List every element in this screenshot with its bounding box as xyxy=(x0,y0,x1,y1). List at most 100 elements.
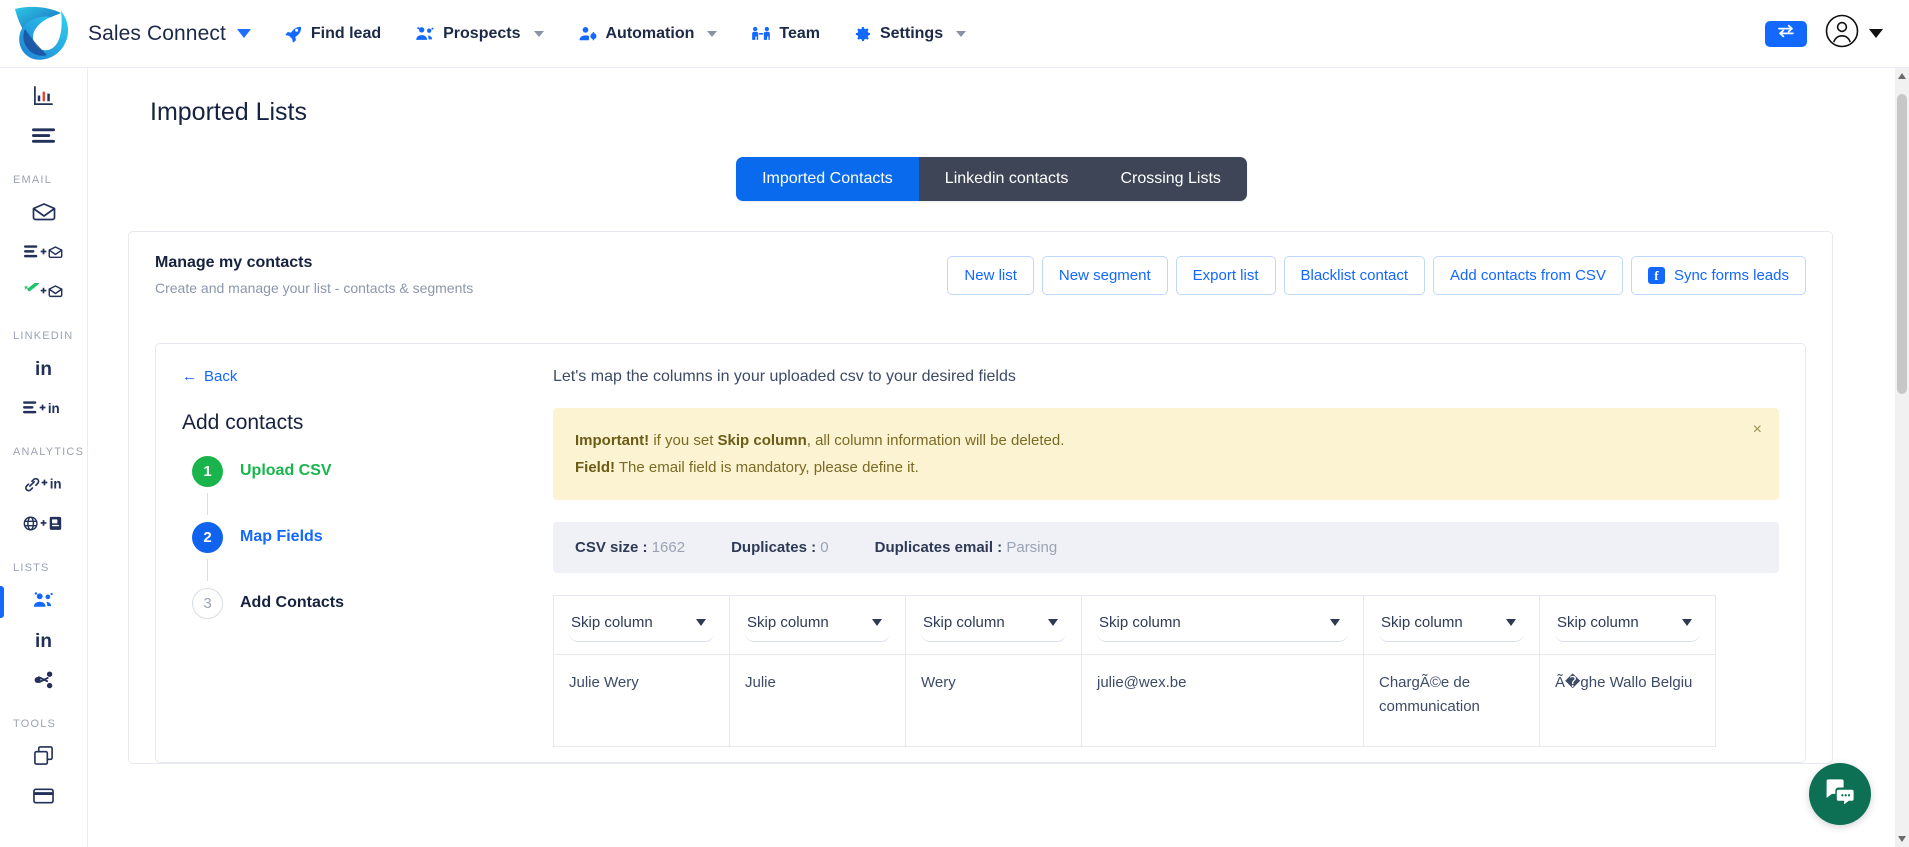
alert-close-icon[interactable]: × xyxy=(1753,422,1762,438)
analytics-bar-chart-icon xyxy=(33,85,54,111)
sidebar-item-email-template[interactable] xyxy=(0,274,87,314)
chevron-down-icon xyxy=(236,29,251,38)
linkedin-in-icon: in xyxy=(35,359,52,380)
step-label: Upload CSV xyxy=(240,462,332,479)
step-connector xyxy=(207,493,208,515)
team-icon xyxy=(751,25,771,43)
step-connector xyxy=(207,559,208,581)
scroll-up-arrow-icon[interactable] xyxy=(1898,73,1906,79)
sidebar-item-tools-card[interactable] xyxy=(0,778,87,818)
tab-linkedin-contacts[interactable]: Linkedin contacts xyxy=(918,157,1095,201)
add-contacts-from-csv-button[interactable]: Add contacts from CSV xyxy=(1433,255,1623,295)
wizard-steps: 1 Upload CSV 2 Map Fields 3 Add Contacts xyxy=(192,449,505,625)
tab-imported-contacts[interactable]: Imported Contacts xyxy=(736,157,919,201)
table-cell: Ã�ghe Wallo Belgiu xyxy=(1539,654,1716,747)
chat-support-button[interactable] xyxy=(1809,763,1871,825)
swap-icon xyxy=(1776,24,1796,43)
table-cell: julie@wex.be xyxy=(1081,654,1364,747)
scroll-down-arrow-icon[interactable] xyxy=(1898,836,1906,842)
duplicates-label: Duplicates : xyxy=(731,539,817,556)
mapping-header-cell: Skip column xyxy=(1363,595,1540,655)
step-number: 3 xyxy=(192,587,223,619)
mapping-intro-text: Let's map the columns in your uploaded c… xyxy=(553,368,1016,385)
sidebar-item-linkedin-sequence[interactable]: in xyxy=(0,390,87,430)
brand-switcher[interactable]: Sales Connect xyxy=(88,22,251,46)
sidebar-item-linkedin[interactable]: in xyxy=(0,350,87,390)
mapping-table: Skip column Skip column Skip column Skip… xyxy=(553,595,1716,747)
sidebar-item-contact-lists[interactable] xyxy=(0,582,87,622)
scrollbar-thumb[interactable] xyxy=(1897,94,1907,394)
page-scrollbar[interactable] xyxy=(1895,68,1909,847)
step-label: Map Fields xyxy=(240,528,323,545)
nav-label: Team xyxy=(779,24,820,42)
nav-label: Prospects xyxy=(443,24,521,42)
gear-icon xyxy=(854,25,872,43)
user-avatar-icon xyxy=(1825,14,1859,53)
column-mapping-select-0[interactable]: Skip column xyxy=(569,610,714,642)
sidebar-item-web-analytics[interactable] xyxy=(0,506,87,546)
globe-plus-card-icon xyxy=(23,515,65,537)
button-label: New segment xyxy=(1058,266,1151,284)
button-label: New list xyxy=(964,266,1017,284)
sidebar-item-dashboard[interactable] xyxy=(0,78,87,118)
account-menu[interactable] xyxy=(1825,14,1883,53)
sidebar-group-label-lists: LISTS xyxy=(13,562,50,574)
wizard-step-add-contacts[interactable]: 3 Add Contacts xyxy=(192,581,505,625)
alert-skip-column-label: Skip column xyxy=(717,432,807,449)
sidebar-item-link-analytics[interactable]: in xyxy=(0,466,87,506)
alert-text: , all column information will be deleted… xyxy=(806,432,1065,449)
sidebar-item-campaigns[interactable] xyxy=(0,118,87,158)
sidebar-item-email-sequence[interactable] xyxy=(0,234,87,274)
column-mapping-select-2-wrap: Skip column xyxy=(921,610,1066,642)
list-lines-icon xyxy=(32,127,55,149)
export-list-button[interactable]: Export list xyxy=(1175,255,1276,295)
nav-item-prospects[interactable]: Prospects xyxy=(415,24,544,43)
sidebar-group-label-analytics: ANALYTICS xyxy=(13,446,85,458)
alert-text: if you set xyxy=(649,432,718,449)
main-nav: Find lead Prospects Automation Team Sett… xyxy=(285,24,967,43)
nav-item-find-lead[interactable]: Find lead xyxy=(285,25,381,43)
sidebar-item-tools-duplicate[interactable] xyxy=(0,738,87,778)
sidebar-item-linkedin-lists[interactable]: in xyxy=(0,622,87,662)
app-logo[interactable] xyxy=(0,0,88,68)
column-mapping-select-3-wrap: Skip column xyxy=(1097,610,1348,642)
sidebar-item-shared-lists[interactable] xyxy=(0,662,87,702)
column-mapping-select-1[interactable]: Skip column xyxy=(745,610,890,642)
nav-item-team[interactable]: Team xyxy=(751,25,820,43)
wizard-step-upload-csv[interactable]: 1 Upload CSV xyxy=(192,449,505,493)
new-segment-button[interactable]: New segment xyxy=(1041,255,1168,295)
mapping-header-cell: Skip column xyxy=(905,595,1082,655)
chevron-down-icon xyxy=(533,30,544,37)
column-mapping-select-5[interactable]: Skip column xyxy=(1555,610,1700,642)
button-label: Add contacts from CSV xyxy=(1450,266,1606,284)
svg-text:in: in xyxy=(49,476,61,491)
mapping-table-wrapper[interactable]: Skip column Skip column Skip column Skip… xyxy=(553,595,1805,747)
top-navigation-bar: Sales Connect Find lead Prospects Automa… xyxy=(0,0,1909,68)
alert-text: The email field is mandatory, please def… xyxy=(615,459,919,476)
nav-item-settings[interactable]: Settings xyxy=(854,25,967,43)
duplicates-email-stat: Duplicates email : Parsing xyxy=(875,539,1058,556)
manage-contacts-subtitle: Create and manage your list - contacts &… xyxy=(155,280,474,296)
back-link[interactable]: ← Back xyxy=(182,368,237,385)
topbar-right-actions xyxy=(1765,14,1909,53)
sidebar-group-label-email: EMAIL xyxy=(13,174,53,186)
table-cell: Julie Wery xyxy=(553,654,730,747)
sidebar-item-email-inbox[interactable] xyxy=(0,194,87,234)
chat-bubbles-icon xyxy=(1824,778,1856,811)
tab-crossing-lists[interactable]: Crossing Lists xyxy=(1094,157,1247,201)
swap-account-button[interactable] xyxy=(1765,20,1807,47)
column-mapping-select-2[interactable]: Skip column xyxy=(921,610,1066,642)
column-mapping-select-4[interactable]: Skip column xyxy=(1379,610,1524,642)
wizard-step-map-fields[interactable]: 2 Map Fields xyxy=(192,515,505,559)
rocket-icon xyxy=(285,25,303,43)
manage-contacts-title: Manage my contacts xyxy=(155,254,313,271)
column-mapping-select-3[interactable]: Skip column xyxy=(1097,610,1348,642)
tabs-row: Imported Contacts Linkedin contacts Cros… xyxy=(88,157,1895,201)
new-list-button[interactable]: New list xyxy=(947,255,1034,295)
blacklist-contact-button[interactable]: Blacklist contact xyxy=(1283,255,1426,295)
logo-icon xyxy=(15,6,69,60)
alert-line-1: Important! if you set Skip column, all c… xyxy=(575,427,1757,454)
column-mapping-select-1-wrap: Skip column xyxy=(745,610,890,642)
nav-item-automation[interactable]: Automation xyxy=(578,25,718,43)
sync-forms-leads-button[interactable]: f Sync forms leads xyxy=(1630,255,1806,295)
